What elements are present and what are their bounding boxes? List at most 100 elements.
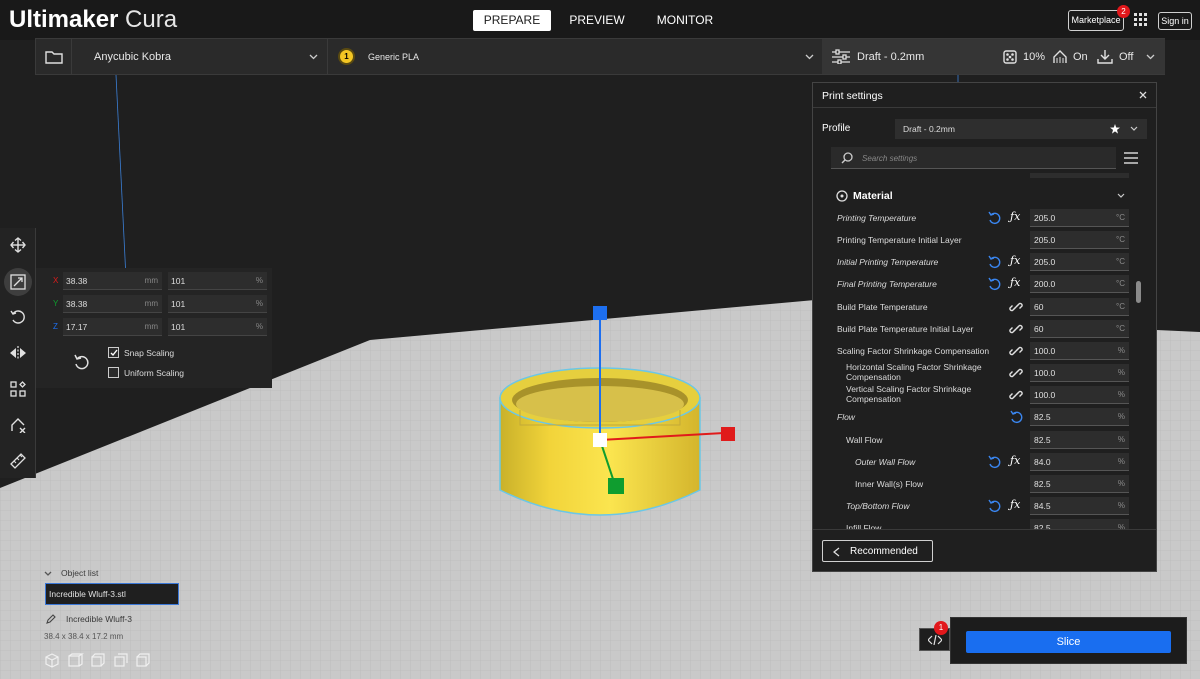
reset-scale-icon[interactable] bbox=[73, 354, 89, 370]
setting-value-input[interactable]: 100.0% bbox=[1030, 364, 1129, 383]
view-orientation-buttons[interactable] bbox=[44, 653, 154, 669]
setting-value-input[interactable]: 84.5% bbox=[1030, 496, 1129, 515]
setting-value-input[interactable]: 205.0 °C bbox=[1030, 253, 1129, 272]
setting-row: Infill Flow 82.5% bbox=[813, 517, 1143, 529]
setting-value-input[interactable]: 60 °C bbox=[1030, 297, 1129, 316]
reset-icon[interactable] bbox=[987, 455, 1001, 469]
uniform-scaling-checkbox[interactable]: Uniform Scaling bbox=[108, 367, 184, 378]
setting-row: Inner Wall(s) Flow 82.5% bbox=[813, 473, 1143, 495]
setting-row: Top/Bottom Flow ƒx 84.5% bbox=[813, 495, 1143, 517]
marketplace-badge: 2 bbox=[1117, 5, 1130, 18]
setting-label: Outer Wall Flow bbox=[855, 456, 916, 467]
apps-grid-icon[interactable] bbox=[1134, 13, 1148, 27]
star-icon bbox=[1110, 124, 1120, 134]
material-selector[interactable]: 1 Generic PLA bbox=[328, 39, 821, 74]
setting-value-input[interactable]: 82.5% bbox=[1030, 519, 1129, 529]
printer-selector[interactable]: Anycubic Kobra bbox=[73, 39, 327, 74]
setting-value-input[interactable]: 100.0% bbox=[1030, 341, 1129, 360]
setting-row: Build Plate Temperature 60 °C bbox=[813, 296, 1143, 318]
infill-icon bbox=[1003, 50, 1017, 64]
mirror-tool[interactable] bbox=[6, 341, 30, 365]
setting-value-input[interactable]: 205.0 °C bbox=[1030, 231, 1129, 250]
profile-summary: Draft - 0.2mm bbox=[857, 51, 925, 63]
scale-y-percent-input[interactable]: 101% bbox=[168, 295, 267, 313]
print-settings-selector[interactable]: Draft - 0.2mm 10% On Off bbox=[822, 39, 1165, 74]
function-icon[interactable]: ƒx bbox=[1010, 276, 1024, 290]
per-model-settings-tool[interactable] bbox=[6, 377, 30, 401]
reset-icon[interactable] bbox=[987, 277, 1001, 291]
open-file-button[interactable] bbox=[36, 39, 72, 74]
tool-sidebar bbox=[0, 228, 36, 478]
ruler-icon bbox=[10, 453, 26, 469]
scale-z-mm-input[interactable]: 17.17 mm bbox=[63, 318, 162, 336]
search-settings-input[interactable]: Search settings bbox=[831, 147, 1116, 169]
setting-row: Outer Wall Flow ƒx 84.0% bbox=[813, 451, 1143, 473]
setting-label: Vertical Scaling Factor Shrinkage Compen… bbox=[846, 384, 972, 405]
extruder-badge: 1 bbox=[338, 48, 355, 65]
setting-row: Vertical Scaling Factor Shrinkage Compen… bbox=[813, 384, 1143, 406]
snap-scaling-checkbox[interactable]: Snap Scaling bbox=[108, 347, 174, 358]
settings-menu-icon[interactable] bbox=[1124, 152, 1138, 164]
material-name: Generic PLA bbox=[368, 52, 420, 62]
setting-value-input[interactable]: 82.5% bbox=[1030, 474, 1129, 493]
scale-y-mm-input[interactable]: 38.38 mm bbox=[63, 295, 162, 313]
setting-row: Initial Printing Temperature ƒx 205.0 °C bbox=[813, 251, 1143, 273]
pencil-icon[interactable] bbox=[46, 614, 56, 624]
chevron-down-icon bbox=[1130, 126, 1138, 131]
marketplace-button[interactable]: Marketplace bbox=[1068, 10, 1124, 31]
close-icon[interactable] bbox=[1139, 91, 1147, 99]
measure-tool[interactable] bbox=[6, 449, 30, 473]
setting-value-input[interactable]: 205.0 °C bbox=[1030, 209, 1129, 227]
tab-prepare[interactable]: PREPARE bbox=[473, 10, 551, 31]
move-tool[interactable] bbox=[6, 233, 30, 257]
setting-label: Top/Bottom Flow bbox=[846, 500, 910, 511]
setting-value-input[interactable]: 82.5% bbox=[1030, 430, 1129, 449]
axis-z-label: Z bbox=[53, 322, 58, 331]
sign-in-button[interactable]: Sign in bbox=[1158, 12, 1192, 30]
chevron-down-icon bbox=[1117, 193, 1125, 198]
link-icon[interactable] bbox=[1009, 388, 1023, 402]
chevron-down-icon bbox=[805, 54, 814, 60]
function-icon[interactable]: ƒx bbox=[1010, 254, 1024, 268]
setting-value-input[interactable]: 100.0% bbox=[1030, 386, 1129, 405]
setting-value-input[interactable]: 200.0 °C bbox=[1030, 275, 1129, 294]
scale-tool[interactable] bbox=[4, 268, 32, 296]
function-icon[interactable]: ƒx bbox=[1010, 454, 1024, 468]
recommended-button[interactable]: Recommended bbox=[822, 540, 933, 562]
infill-value: 10% bbox=[1023, 51, 1046, 63]
link-icon[interactable] bbox=[1009, 300, 1023, 314]
scale-x-percent-input[interactable]: 101% bbox=[168, 272, 267, 290]
setting-row: Wall Flow 82.5% bbox=[813, 429, 1143, 451]
link-icon[interactable] bbox=[1009, 344, 1023, 358]
link-icon[interactable] bbox=[1009, 366, 1023, 380]
reset-icon[interactable] bbox=[987, 255, 1001, 269]
slice-button[interactable]: Slice bbox=[966, 631, 1171, 653]
reset-icon[interactable] bbox=[987, 211, 1001, 225]
tab-monitor[interactable]: MONITOR bbox=[646, 10, 724, 31]
category-material[interactable]: Material bbox=[831, 185, 1129, 207]
panel-title: Print settings bbox=[822, 90, 883, 102]
printer-name: Anycubic Kobra bbox=[94, 51, 172, 63]
settings-scrollbar[interactable] bbox=[1136, 281, 1141, 303]
function-icon[interactable]: ƒx bbox=[1010, 498, 1024, 512]
object-list-item[interactable]: Incredible Wluff-3.stl bbox=[45, 583, 179, 605]
tab-preview[interactable]: PREVIEW bbox=[558, 10, 636, 31]
chevron-down-icon bbox=[1146, 54, 1155, 60]
setting-value-input[interactable]: 60 °C bbox=[1030, 319, 1129, 338]
reset-icon[interactable] bbox=[987, 499, 1001, 513]
sliders-icon bbox=[832, 49, 850, 64]
reset-icon[interactable] bbox=[1009, 410, 1023, 424]
object-list-toggle[interactable]: Object list bbox=[44, 568, 98, 578]
settings-list: Printing Temperature ƒx 205.0 °C Printing Te… bbox=[813, 207, 1143, 529]
support-blocker-tool[interactable] bbox=[6, 413, 30, 437]
scale-x-mm-input[interactable]: 38.38 mm bbox=[63, 272, 162, 290]
link-icon[interactable] bbox=[1009, 322, 1023, 336]
setting-value-input[interactable]: 84.0% bbox=[1030, 452, 1129, 471]
object-dimensions: 38.4 x 38.4 x 17.2 mm bbox=[44, 632, 124, 641]
setting-label: Printing Temperature Initial Layer bbox=[837, 235, 962, 246]
profile-dropdown[interactable]: Draft - 0.2mm bbox=[895, 119, 1147, 139]
scale-z-percent-input[interactable]: 101% bbox=[168, 318, 267, 336]
rotate-tool[interactable] bbox=[6, 305, 30, 329]
setting-value-input[interactable]: 82.5% bbox=[1030, 408, 1129, 427]
function-icon[interactable]: ƒx bbox=[1010, 210, 1024, 224]
